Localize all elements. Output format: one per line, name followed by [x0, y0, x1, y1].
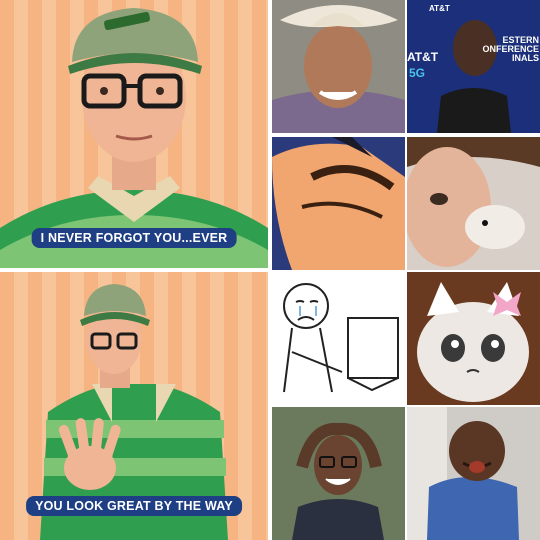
- att-banner: ESTERN ONFERENCE INALS: [482, 35, 539, 63]
- tile-cowboy-crying: [272, 0, 405, 133]
- att-logo-small: AT&T: [429, 4, 450, 13]
- att-5g: 5G: [409, 66, 426, 80]
- panel-bottom-left: YOU LOOK GREAT BY THE WAY: [0, 272, 268, 540]
- panel-top-left: I NEVER FORGOT YOU...EVER: [0, 0, 268, 268]
- tile-hamster: [407, 137, 540, 270]
- tile-sad-computer: [272, 272, 405, 405]
- caption-bottom: YOU LOOK GREAT BY THE WAY: [26, 496, 242, 516]
- att-logo-big: AT&T: [407, 50, 439, 64]
- tile-crying-baby: [407, 407, 540, 540]
- tile-anime-face: [272, 137, 405, 270]
- meme-grid: I NEVER FORGOT YOU...EVER YOU LOOK GREAT…: [0, 0, 540, 540]
- caption-top: I NEVER FORGOT YOU...EVER: [31, 228, 237, 248]
- tile-crying-cat: [407, 272, 540, 405]
- tile-hands-on-head: [272, 407, 405, 540]
- tile-att-press: AT&T AT&T 5G ESTERN ONFERENCE INALS: [407, 0, 540, 133]
